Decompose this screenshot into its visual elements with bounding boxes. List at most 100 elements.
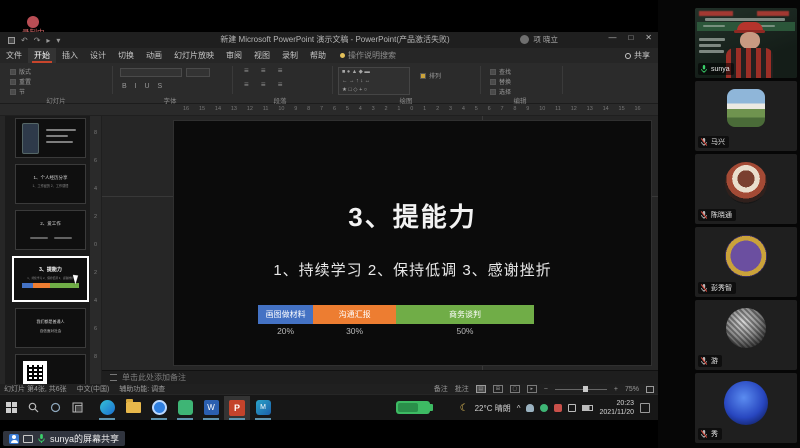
face (740, 32, 760, 49)
notes-icon (110, 374, 117, 381)
section-button[interactable]: 节 (10, 87, 25, 96)
battery-widget[interactable] (396, 401, 430, 414)
qat-dropdown-icon[interactable]: ▾ (56, 36, 60, 45)
task-view-button[interactable] (66, 397, 88, 419)
accessibility-status[interactable]: 辅助功能: 调查 (119, 384, 165, 394)
account-badge[interactable]: 项 晓立 (520, 34, 558, 45)
notes-toggle[interactable]: 备注 (434, 384, 448, 394)
share-button[interactable]: 共享 (625, 50, 650, 61)
thumbnail-slide-5[interactable]: 我们都是普通人 自信面对社会 (15, 308, 86, 348)
bullet-list-buttons[interactable]: ≡ ≡ ≡ (244, 66, 287, 75)
battery-icon[interactable] (582, 405, 593, 411)
tab-record[interactable]: 录制 (276, 48, 304, 63)
replace-button[interactable]: 替换 (490, 77, 511, 86)
taskbar-file-explorer[interactable] (120, 396, 146, 420)
screen-share-banner[interactable]: sunya的屏幕共享 (3, 431, 125, 446)
taskbar-meeting-app[interactable]: M (250, 396, 276, 420)
language-indicator[interactable]: 中文(中国) (77, 384, 110, 394)
tab-view[interactable]: 视图 (248, 48, 276, 63)
slide-title[interactable]: 3、提能力 (174, 197, 651, 234)
tab-transitions[interactable]: 切换 (112, 48, 140, 63)
ime-icon[interactable] (568, 404, 576, 412)
notes-pane[interactable]: 单击此处添加备注 (102, 370, 658, 384)
clock[interactable]: 20:23 2021/11/20 (599, 399, 634, 418)
slideshow-icon[interactable]: ▸ (46, 36, 50, 45)
weather-indicator[interactable]: 22°C 晴朗 (475, 403, 511, 414)
close-button[interactable]: ✕ (645, 33, 652, 42)
undo-icon[interactable]: ↶ (21, 36, 28, 45)
action-center-button[interactable] (640, 403, 650, 413)
slide-chart[interactable]: 画图做材料20%沟通汇报30%商务谈判50% (258, 305, 534, 338)
slideshow-view-button[interactable]: ▸ (527, 385, 537, 393)
mic-muted-icon (700, 137, 708, 147)
thumbnail-slide-6[interactable] (15, 354, 86, 384)
taskbar-edge[interactable] (94, 396, 120, 420)
quick-access-toolbar[interactable]: ↶ ↷ ▸ ▾ (8, 36, 60, 45)
tab-insert[interactable]: 插入 (56, 48, 84, 63)
folder-icon (126, 402, 141, 413)
participant-video-sunya[interactable]: sunya (695, 8, 797, 78)
zoom-percentage[interactable]: 75% (625, 386, 639, 393)
tab-file[interactable]: 文件 (0, 48, 28, 63)
horizontal-ruler: 1615141312111098765432101234567891011121… (0, 104, 658, 116)
tray-date: 2021/11/20 (599, 408, 634, 417)
security-icon[interactable] (540, 404, 548, 412)
slide-sorter-button[interactable]: ⊞ (493, 385, 503, 393)
thumbnail-slide-4-selected[interactable]: 3、提能力 1、持续学习 2、保持低调 3、感谢挫折 (12, 256, 89, 302)
comments-toggle[interactable]: 批注 (455, 384, 469, 394)
reading-view-button[interactable]: ▢ (510, 385, 520, 393)
tray-expand-arrow[interactable]: ^ (517, 404, 521, 413)
slide-thumbnail-panel[interactable]: 1、个人经历分享 1、工作经历 2、工作感悟 2、爱工作 3、提能力 1、持续学… (5, 116, 90, 384)
participant-video-4[interactable]: 彭秀智 (695, 227, 797, 297)
minimize-button[interactable]: — (608, 33, 616, 42)
tab-slideshow[interactable]: 幻灯片放映 (168, 48, 220, 63)
taskbar-word[interactable]: W (198, 396, 224, 420)
thumbnail-slide-2[interactable]: 1、个人经历分享 1、工作经历 2、工作感悟 (15, 164, 86, 204)
tab-review[interactable]: 审阅 (220, 48, 248, 63)
lightbulb-icon (340, 53, 345, 58)
zoom-slider[interactable] (555, 389, 607, 390)
maximize-button[interactable]: □ (628, 33, 633, 42)
tab-design[interactable]: 设计 (84, 48, 112, 63)
slide-canvas[interactable]: 3、提能力 1、持续学习 2、保持低调 3、感谢挫折 画图做材料20%沟通汇报3… (102, 116, 658, 370)
title-bar: ↶ ↷ ▸ ▾ 新建 Microsoft PowerPoint 演示文稿 - P… (0, 32, 658, 48)
mic-tray-icon[interactable] (554, 404, 562, 412)
tab-animations[interactable]: 动画 (140, 48, 168, 63)
zoom-in-button[interactable]: + (614, 386, 618, 393)
participant-video-5[interactable]: 游 (695, 300, 797, 370)
thumbnail-slide-3[interactable]: 2、爱工作 (15, 210, 86, 250)
search-button[interactable] (22, 397, 44, 419)
taskbar-wechat[interactable] (172, 396, 198, 420)
layout-button[interactable]: 版式 (10, 67, 31, 76)
slide-editor[interactable]: 3、提能力 1、持续学习 2、保持低调 3、感谢挫折 画图做材料20%沟通汇报3… (173, 120, 652, 366)
find-icon (490, 69, 496, 75)
tell-me-search[interactable]: 操作说明搜索 (340, 50, 396, 61)
redo-icon[interactable]: ↷ (34, 36, 41, 45)
fit-to-window-button[interactable] (646, 386, 654, 393)
cloud-icon[interactable] (526, 404, 534, 412)
font-name-dropdown[interactable] (120, 68, 182, 77)
save-icon[interactable] (8, 37, 15, 44)
shared-desktop-view: 录制中 ↶ ↷ ▸ ▾ 新建 Microsoft PowerPoint 演示文稿… (0, 0, 800, 448)
find-button[interactable]: 查找 (490, 67, 511, 76)
arrange-button[interactable]: 排列 (420, 71, 441, 80)
avatar (725, 162, 767, 204)
normal-view-button[interactable]: ▤ (476, 385, 486, 393)
participant-video-6[interactable]: 秀 (695, 373, 797, 443)
zoom-out-button[interactable]: − (544, 386, 548, 393)
cortana-button[interactable] (44, 397, 66, 419)
font-size-dropdown[interactable] (186, 68, 210, 77)
participant-video-2[interactable]: 马兴 (695, 81, 797, 151)
font-style-buttons[interactable]: B I U S (122, 83, 165, 90)
tab-help[interactable]: 帮助 (304, 48, 332, 63)
taskbar-clock-app[interactable] (146, 396, 172, 420)
taskbar-powerpoint-active[interactable]: P (224, 396, 250, 420)
tab-home[interactable]: 开始 (28, 48, 56, 63)
align-buttons[interactable]: ≡ ≡ ≡ (244, 80, 287, 89)
thumbnail-slide-1[interactable] (15, 118, 86, 158)
participant-video-3[interactable]: 陈晓通 (695, 154, 797, 224)
shapes-gallery[interactable]: ■ ● ▲ ◆ ▬ ← → ↑ ↓ ↔ ★ □ ◇ + ○ (338, 67, 410, 95)
reset-button[interactable]: 重置 (10, 77, 31, 86)
start-button[interactable] (0, 397, 22, 419)
slide-body-text[interactable]: 1、持续学习 2、保持低调 3、感谢挫折 (174, 259, 651, 280)
